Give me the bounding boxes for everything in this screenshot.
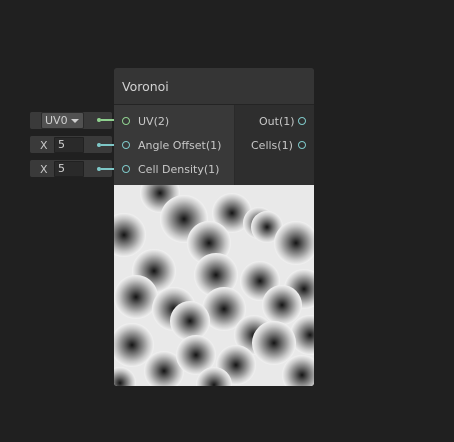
angle-axis-label: X <box>40 139 48 152</box>
cell-density-value: 5 <box>58 162 65 175</box>
voronoi-preview-image <box>114 185 314 386</box>
output-port-label: Cells(1) <box>251 139 293 152</box>
input-port-uv[interactable]: UV(2) <box>114 115 234 131</box>
chevron-down-icon <box>71 119 79 123</box>
node-title: Voronoi <box>122 79 169 94</box>
out-port-icon[interactable] <box>298 117 306 125</box>
cell-density-port-icon[interactable] <box>122 165 130 173</box>
voronoi-preview <box>114 185 314 386</box>
cells-port-icon[interactable] <box>298 141 306 149</box>
voronoi-cell <box>252 321 296 365</box>
voronoi-node[interactable]: Voronoi UV(2) Angle Offset(1) Cell Densi… <box>114 68 314 386</box>
node-header[interactable]: Voronoi <box>114 68 314 105</box>
input-ports: UV(2) Angle Offset(1) Cell Density(1) <box>114 105 235 185</box>
input-port-angle-offset[interactable]: Angle Offset(1) <box>114 139 234 155</box>
angle-offset-port-icon[interactable] <box>122 141 130 149</box>
input-port-cell-density[interactable]: Cell Density(1) <box>114 163 234 179</box>
input-port-label: Angle Offset(1) <box>138 139 222 152</box>
input-port-label: UV(2) <box>138 115 170 128</box>
output-port-cells[interactable]: Cells(1) <box>235 139 314 155</box>
angle-offset-input[interactable]: 5 <box>54 137 84 153</box>
output-port-label: Out(1) <box>259 115 295 128</box>
output-ports: Out(1) Cells(1) <box>235 105 314 185</box>
uv-dropdown[interactable]: UV0 <box>41 112 84 129</box>
uv-dropdown-value: UV0 <box>45 114 68 127</box>
angle-offset-value: 5 <box>58 138 65 151</box>
voronoi-cell <box>170 301 210 341</box>
output-port-out[interactable]: Out(1) <box>235 115 314 131</box>
uv-port-icon[interactable] <box>122 117 130 125</box>
voronoi-cell <box>262 285 302 325</box>
density-axis-label: X <box>40 163 48 176</box>
input-port-label: Cell Density(1) <box>138 163 220 176</box>
cell-density-input[interactable]: 5 <box>54 161 84 177</box>
voronoi-cell <box>114 275 158 319</box>
